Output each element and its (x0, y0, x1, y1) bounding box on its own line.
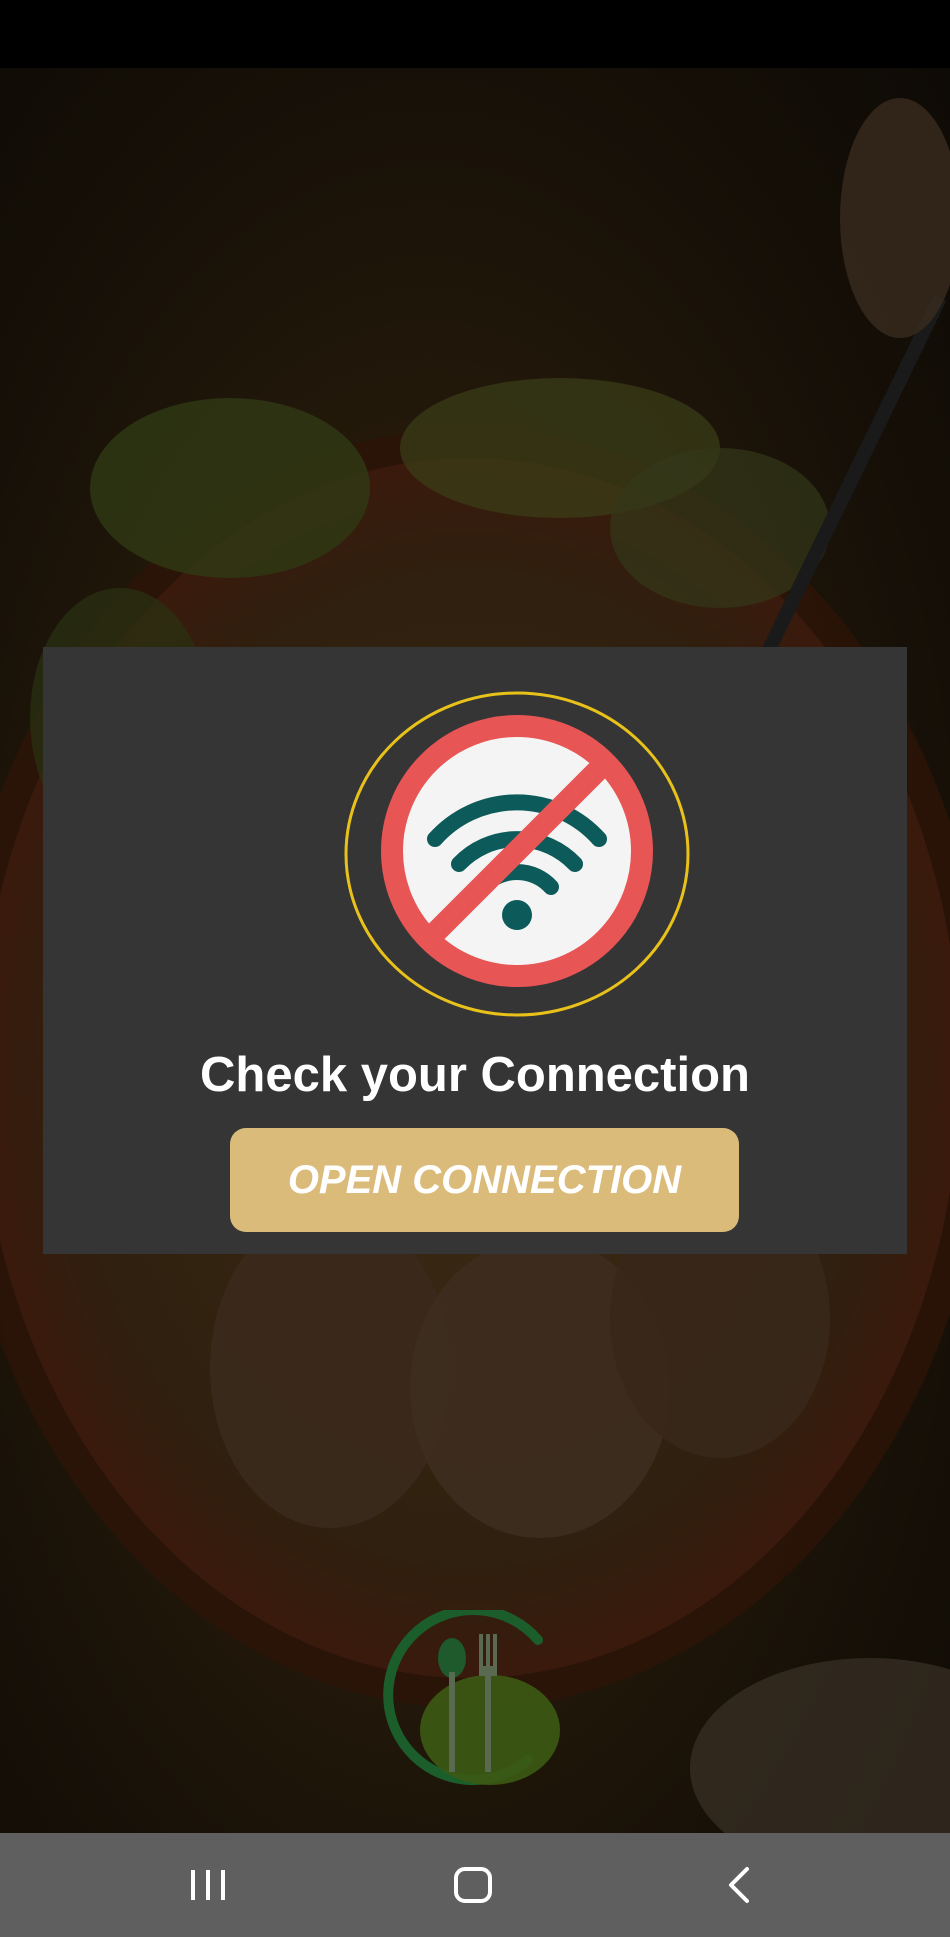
dialog-title: Check your Connection (200, 1048, 750, 1102)
restaurant-logo-icon (378, 1605, 568, 1794)
navigation-bar (0, 1833, 950, 1937)
home-icon[interactable] (423, 1855, 523, 1915)
recent-apps-icon[interactable] (158, 1855, 258, 1915)
no-wifi-icon (343, 689, 691, 1019)
connection-dialog: Check your Connection OPEN CONNECTION (43, 647, 907, 1254)
open-connection-button[interactable]: OPEN CONNECTION (230, 1128, 739, 1232)
app-screen: Check your Connection OPEN CONNECTION (0, 0, 950, 1937)
back-icon[interactable] (690, 1855, 790, 1915)
status-bar (0, 0, 950, 68)
